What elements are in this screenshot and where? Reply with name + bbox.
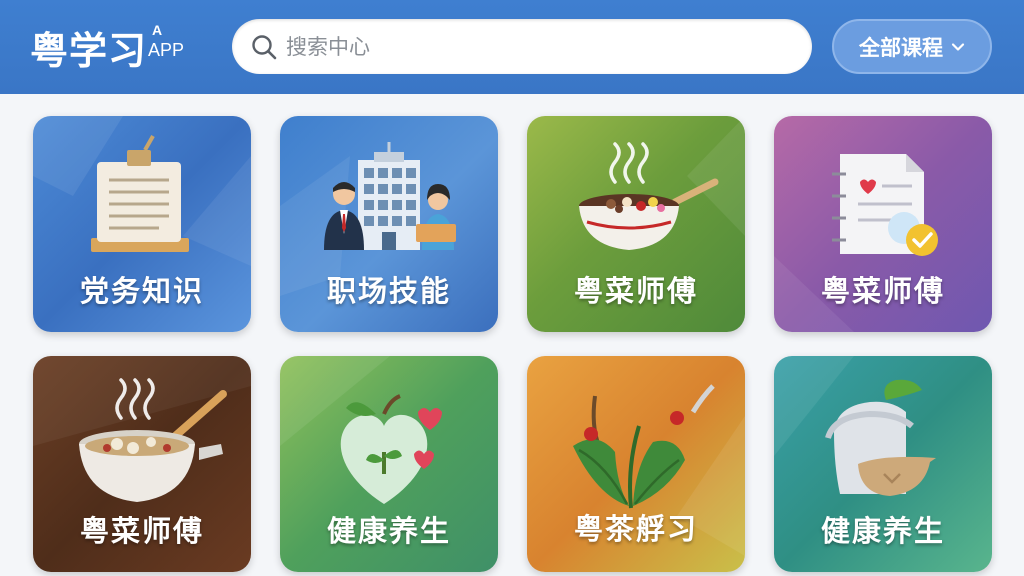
search-icon xyxy=(252,34,277,59)
tile-label: 粤茶艀习 xyxy=(573,512,698,546)
course-tile-cantonese-chef-1[interactable]: 粤菜师傅 xyxy=(527,116,745,332)
course-tile-health-wellness-1[interactable]: 健康养生 xyxy=(280,356,498,572)
tile-label: 健康养生 xyxy=(326,514,451,548)
course-tile-health-wellness-2[interactable]: 健康养生 xyxy=(774,356,992,572)
tile-label: 职场技能 xyxy=(326,274,451,308)
chevron-down-icon xyxy=(951,42,965,51)
course-tile-workplace-skills[interactable]: 职场技能 xyxy=(280,116,498,332)
tile-label: 粤菜师傅 xyxy=(79,514,204,548)
tile-label: 健康养生 xyxy=(820,514,945,548)
search-bar[interactable] xyxy=(232,19,812,74)
tile-label: 党务知识 xyxy=(79,274,204,308)
top-bar: 粤学习 A APP 全部课程 xyxy=(0,0,1024,94)
course-tile-cantonese-tea[interactable]: 粤茶艀习 xyxy=(527,356,745,572)
tile-label: 粤菜师傅 xyxy=(820,274,945,308)
tile-label: 粤菜师傅 xyxy=(573,274,698,308)
logo-superscript: A xyxy=(152,22,163,38)
course-filter-dropdown[interactable]: 全部课程 xyxy=(832,19,992,74)
search-input[interactable] xyxy=(286,34,786,59)
app-logo[interactable]: 粤学习 xyxy=(30,20,147,75)
course-filter-label: 全部课程 xyxy=(859,35,943,60)
course-tile-party-knowledge[interactable]: 党务知识 xyxy=(33,116,251,332)
logo-app-label: APP xyxy=(148,40,185,60)
course-tile-cantonese-chef-2[interactable]: 粤菜师傅 xyxy=(774,116,992,332)
course-tile-cantonese-chef-3[interactable]: 粤菜师傅 xyxy=(33,356,251,572)
